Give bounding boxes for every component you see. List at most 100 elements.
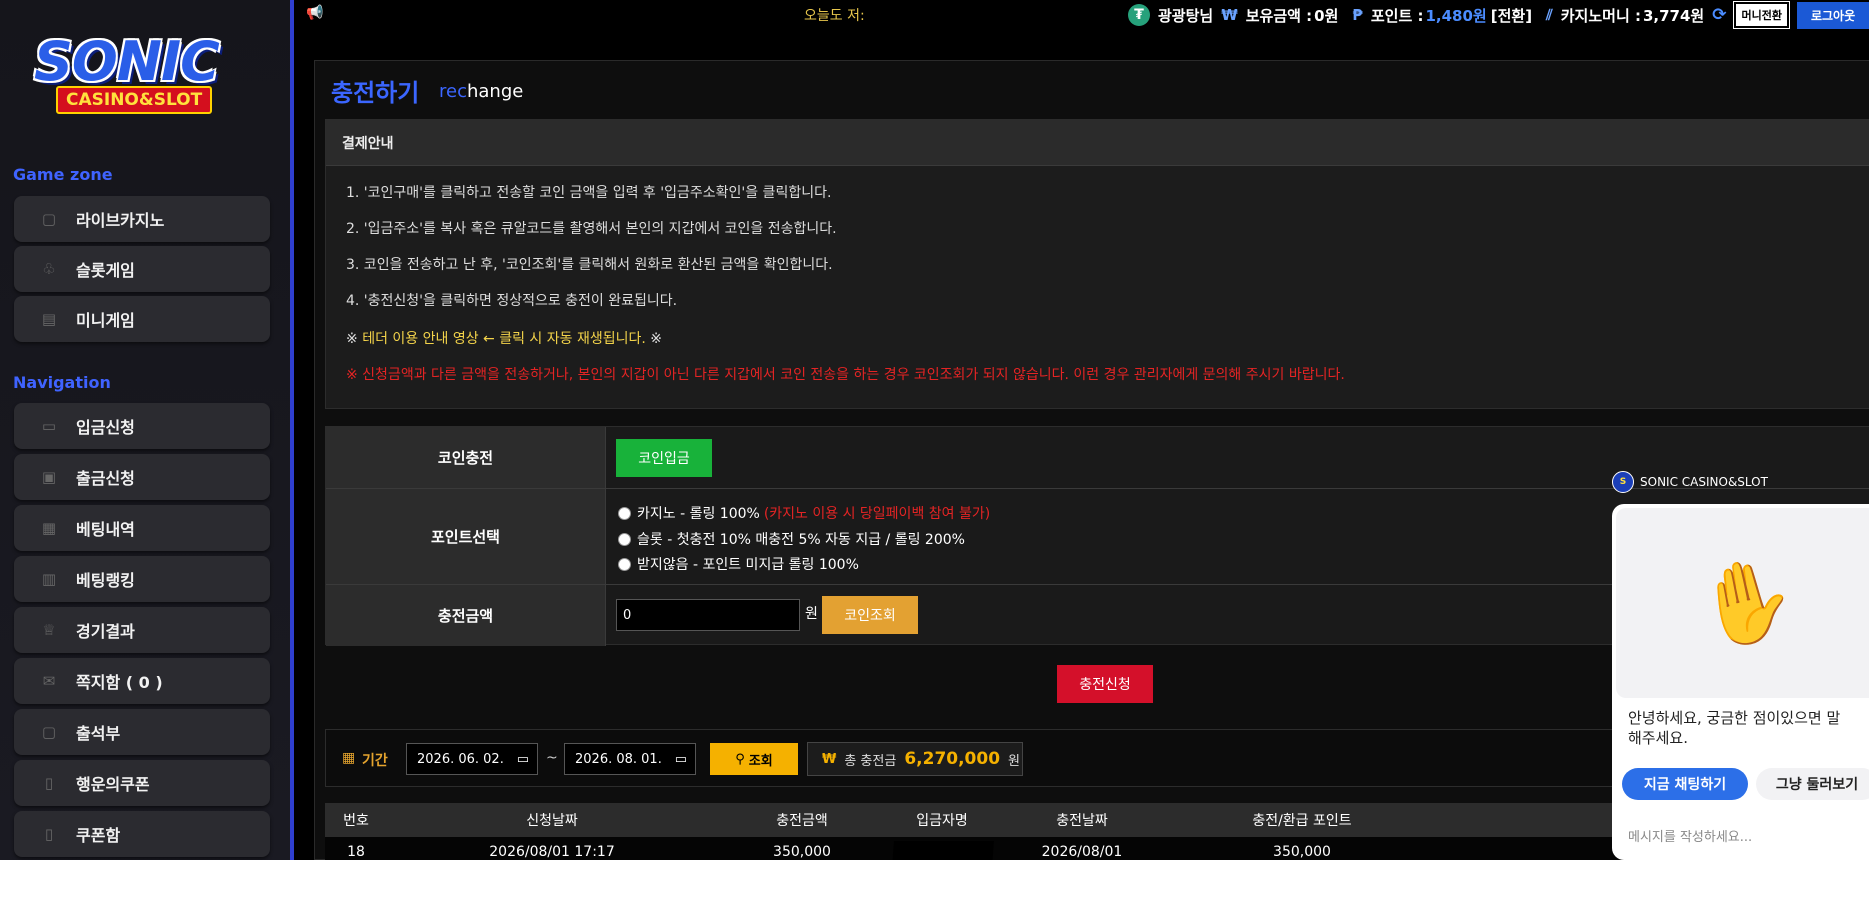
radio-slot[interactable] (618, 532, 631, 546)
coin-deposit-button[interactable]: 코인입금 (616, 439, 712, 477)
search-icon: ⚲ (735, 751, 745, 767)
chat-message-input[interactable]: 메시지를 작성하세요... (1628, 826, 1752, 845)
browse-button[interactable]: 그냥 둘러보기 (1756, 768, 1869, 800)
sidebar-item-label: 행운의쿠폰 (76, 775, 150, 794)
guide-heading: 결제안내 (326, 120, 1869, 166)
row-points: 350,000 (1273, 844, 1331, 860)
sidebar-divider (290, 0, 294, 860)
coin-check-button[interactable]: 코인조회 (822, 596, 918, 634)
money-convert-button[interactable]: 머니전환 (1733, 1, 1790, 29)
column-header: 충전날짜 (1056, 813, 1108, 829)
sidebar-item-bet-history[interactable]: ▦ 베팅내역 (14, 505, 270, 551)
point-option-slot[interactable]: 슬롯 - 첫충전 10% 매충전 5% 자동 지급 / 롤링 200% (618, 529, 965, 549)
date-from-input[interactable]: 2026. 06. 02. ▭ (406, 743, 538, 775)
user-status: ₮ 광광탕님 ₩ 보유금액 : 0원 ₱ 포인트 : 1,480원 [전환] ⫽… (1128, 1, 1869, 29)
coupon-icon: ▯ (44, 774, 54, 792)
calendar-icon: ▢ (41, 723, 57, 741)
point-option-text: 슬롯 - 첫충전 10% 매충전 5% 자동 지급 / 롤링 200% (637, 532, 965, 548)
logout-button[interactable]: 로그아웃 (1796, 1, 1869, 29)
tether-icon: ₮ (1128, 4, 1150, 26)
sidebar-item-label: 출석부 (76, 724, 121, 743)
guide-warning: ※ 신청금액과 다른 금액을 전송하거나, 본인의 지갑이 아닌 다른 지갑에서… (346, 367, 1345, 383)
deposit-icon: ▭ (41, 417, 57, 435)
casino-money-icon: ⫽ (1546, 6, 1553, 24)
search-button-label: 조회 (748, 753, 773, 769)
video-notice-link[interactable]: 테더 이용 안내 영상 ← 클릭 시 자동 재생됩니다. (362, 331, 646, 347)
row-request-date: 2026/08/01 17:17 (489, 844, 615, 860)
video-notice-suffix: ※ (645, 331, 662, 347)
search-button[interactable]: ⚲ 조회 (710, 743, 798, 775)
sidebar-item-coupon-box[interactable]: ▯ 쿠폰함 (14, 811, 270, 857)
start-chat-button[interactable]: 지금 채팅하기 (1622, 768, 1748, 800)
calendar-icon: ▦ (342, 750, 356, 766)
wallet-icon: ▣ (41, 468, 57, 486)
date-from-value: 2026. 06. 02. (417, 751, 504, 767)
guide-step-4: 4. '충전신청'을 클릭하면 정상적으로 충전이 완료됩니다. (346, 293, 678, 309)
sidebar-item-label: 슬롯게임 (76, 261, 135, 280)
date-picker-icon[interactable]: ▭ (517, 752, 529, 767)
sidebar: SONIC CASINO&SLOT Game zone ▢ 라이브카지노 ♧ 슬… (0, 0, 290, 860)
page-title: 충전하기 (331, 79, 420, 107)
point-value: 1,480원 (1425, 6, 1487, 25)
logo-subtitle: CASINO&SLOT (56, 86, 213, 114)
column-header: 충전/환급 포인트 (1252, 813, 1352, 829)
point-option-text: 카지노 - 롤링 100% (637, 506, 760, 522)
video-notice-prefix: ※ (346, 331, 363, 347)
sidebar-item-match-results[interactable]: ♕ 경기결과 (14, 607, 270, 653)
guide-step-2: 2. '입금주소'를 복사 혹은 큐알코드를 촬영해서 본인의 지갑에서 코인을… (346, 221, 837, 237)
sidebar-item-label: 입금신청 (76, 418, 135, 437)
page-subtitle-accent: rec (439, 81, 467, 102)
point-select-label: 포인트선택 (326, 489, 606, 584)
won-icon: ₩ (1221, 6, 1238, 24)
sidebar-item-live-casino[interactable]: ▢ 라이브카지노 (14, 196, 270, 242)
point-option-casino[interactable]: 카지노 - 롤링 100% (카지노 이용 시 당일페이백 참여 불가) (618, 503, 990, 523)
amount-input[interactable] (616, 599, 800, 631)
total-unit: 원 (1008, 753, 1021, 769)
won-unit: 원 (805, 606, 818, 622)
sidebar-item-label: 미니게임 (76, 311, 135, 330)
site-logo[interactable]: SONIC CASINO&SLOT (16, 30, 276, 120)
sidebar-item-bet-ranking[interactable]: ▥ 베팅랭킹 (14, 556, 270, 602)
row-number: 18 (347, 844, 365, 860)
point-convert-link[interactable]: [전환] (1491, 5, 1532, 26)
sidebar-item-label: 쪽지함 ( 0 ) (76, 673, 163, 692)
date-picker-icon[interactable]: ▭ (675, 752, 687, 767)
period-label: 기간 (362, 753, 388, 769)
radio-none[interactable] (618, 557, 631, 571)
chat-brand-name: SONIC CASINO&SLOT (1640, 475, 1768, 489)
casino-money-value: 3,774원 (1642, 6, 1705, 25)
sidebar-item-withdraw[interactable]: ▣ 출금신청 (14, 454, 270, 500)
trophy-icon: ♕ (42, 621, 56, 639)
sidebar-item-messages[interactable]: ✉ 쪽지함 ( 0 ) (14, 658, 270, 704)
page-subtitle-rest: hange (466, 81, 524, 102)
chat-greeting-card: ✋ (1616, 508, 1869, 698)
refresh-icon[interactable]: ⟳ (1712, 5, 1726, 25)
point-option-text: 받지않음 - 포인트 미지급 롤링 100% (637, 557, 859, 573)
sidebar-item-label: 라이브카지노 (76, 211, 165, 230)
chat-widget: ✋ 안녕하세요, 궁금한 점이있으면 말 해주세요. 지금 채팅하기 그냥 둘러… (1612, 504, 1869, 860)
point-option-none[interactable]: 받지않음 - 포인트 미지급 롤링 100% (618, 554, 859, 574)
radio-casino[interactable] (618, 506, 631, 520)
sidebar-item-attendance[interactable]: ▢ 출석부 (14, 709, 270, 755)
guide-step-1: 1. '코인구매'를 클릭하고 전송할 코인 금액을 입력 후 '입금주소확인'… (346, 185, 832, 201)
sidebar-item-lucky-coupon[interactable]: ▯ 행운의쿠폰 (14, 760, 270, 806)
date-to-input[interactable]: 2026. 08. 01. ▭ (564, 743, 696, 775)
sidebar-item-deposit[interactable]: ▭ 입금신청 (14, 403, 270, 449)
sidebar-item-label: 베팅내역 (76, 520, 135, 539)
envelope-icon: ✉ (42, 672, 56, 690)
coupon-box-icon: ▯ (44, 825, 54, 843)
point-icon: ₱ (1352, 6, 1363, 24)
total-recharge: ₩ 총 충전금 6,270,000 원 (807, 742, 1023, 776)
sidebar-item-slot[interactable]: ♧ 슬롯게임 (14, 246, 270, 292)
balance-value: 0원 (1314, 6, 1339, 25)
sidebar-item-mini-game[interactable]: ▤ 미니게임 (14, 296, 270, 342)
date-to-value: 2026. 08. 01. (575, 751, 662, 767)
receipt-icon: ▦ (41, 519, 57, 537)
top-bar: 📢 오늘도 저: ₮ 광광탕님 ₩ 보유금액 : 0원 ₱ 포인트 : 1,48… (294, 0, 1869, 30)
sidebar-item-label: 베팅랭킹 (76, 571, 135, 590)
megaphone-icon: 📢 (306, 5, 324, 21)
submit-recharge-button[interactable]: 충전신청 (1057, 665, 1153, 703)
chat-greeting-message: 안녕하세요, 궁금한 점이있으면 말 해주세요. (1628, 709, 1841, 747)
coin-charge-label: 코인충전 (326, 427, 606, 488)
chat-header: S SONIC CASINO&SLOT (1612, 468, 1768, 496)
